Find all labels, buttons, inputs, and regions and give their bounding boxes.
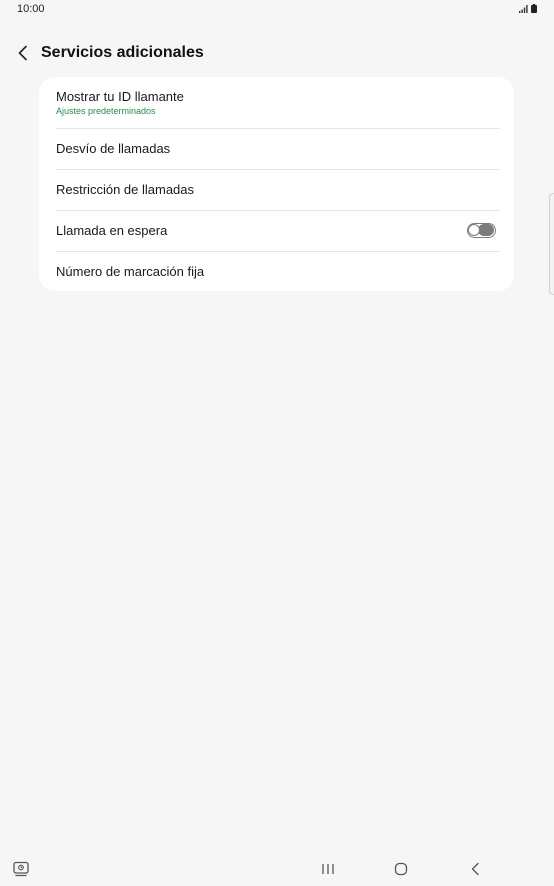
fixed-dialing-title: Número de marcación fija	[56, 264, 205, 279]
call-waiting-item[interactable]: Llamada en espera	[39, 211, 514, 251]
call-barring-item[interactable]: Restricción de llamadas	[39, 170, 514, 210]
chevron-left-icon	[18, 45, 27, 61]
app-header: Servicios adicionales	[0, 36, 554, 70]
navigation-bar	[0, 852, 554, 886]
recent-apps-button[interactable]	[316, 858, 340, 880]
call-waiting-toggle[interactable]	[467, 223, 496, 238]
nav-back-button[interactable]	[463, 858, 487, 880]
status-icons	[519, 4, 537, 13]
signal-icon	[519, 5, 528, 13]
toggle-knob	[468, 224, 480, 236]
caller-id-subtitle: Ajustes predeterminados	[56, 106, 156, 116]
call-forwarding-item[interactable]: Desvío de llamadas	[39, 129, 514, 169]
status-time: 10:00	[17, 3, 45, 15]
page-title: Servicios adicionales	[41, 44, 204, 61]
recent-apps-icon	[322, 864, 334, 874]
back-button[interactable]	[12, 42, 34, 64]
call-forwarding-title: Desvío de llamadas	[56, 141, 171, 156]
settings-card: Mostrar tu ID llamante Ajustes predeterm…	[39, 77, 514, 291]
caller-id-item[interactable]: Mostrar tu ID llamante Ajustes predeterm…	[39, 77, 514, 128]
back-icon	[471, 862, 479, 876]
status-bar: 10:00	[0, 0, 554, 20]
home-button[interactable]	[389, 858, 413, 880]
call-barring-title: Restricción de llamadas	[56, 182, 195, 197]
screen-assist-button[interactable]	[10, 858, 32, 880]
battery-icon	[531, 4, 537, 13]
home-icon	[394, 862, 408, 876]
call-waiting-title: Llamada en espera	[56, 223, 168, 238]
screen-assist-icon	[13, 861, 29, 877]
edge-panel-handle[interactable]	[549, 193, 554, 295]
fixed-dialing-item[interactable]: Número de marcación fija	[39, 252, 514, 291]
caller-id-title: Mostrar tu ID llamante	[56, 89, 184, 104]
